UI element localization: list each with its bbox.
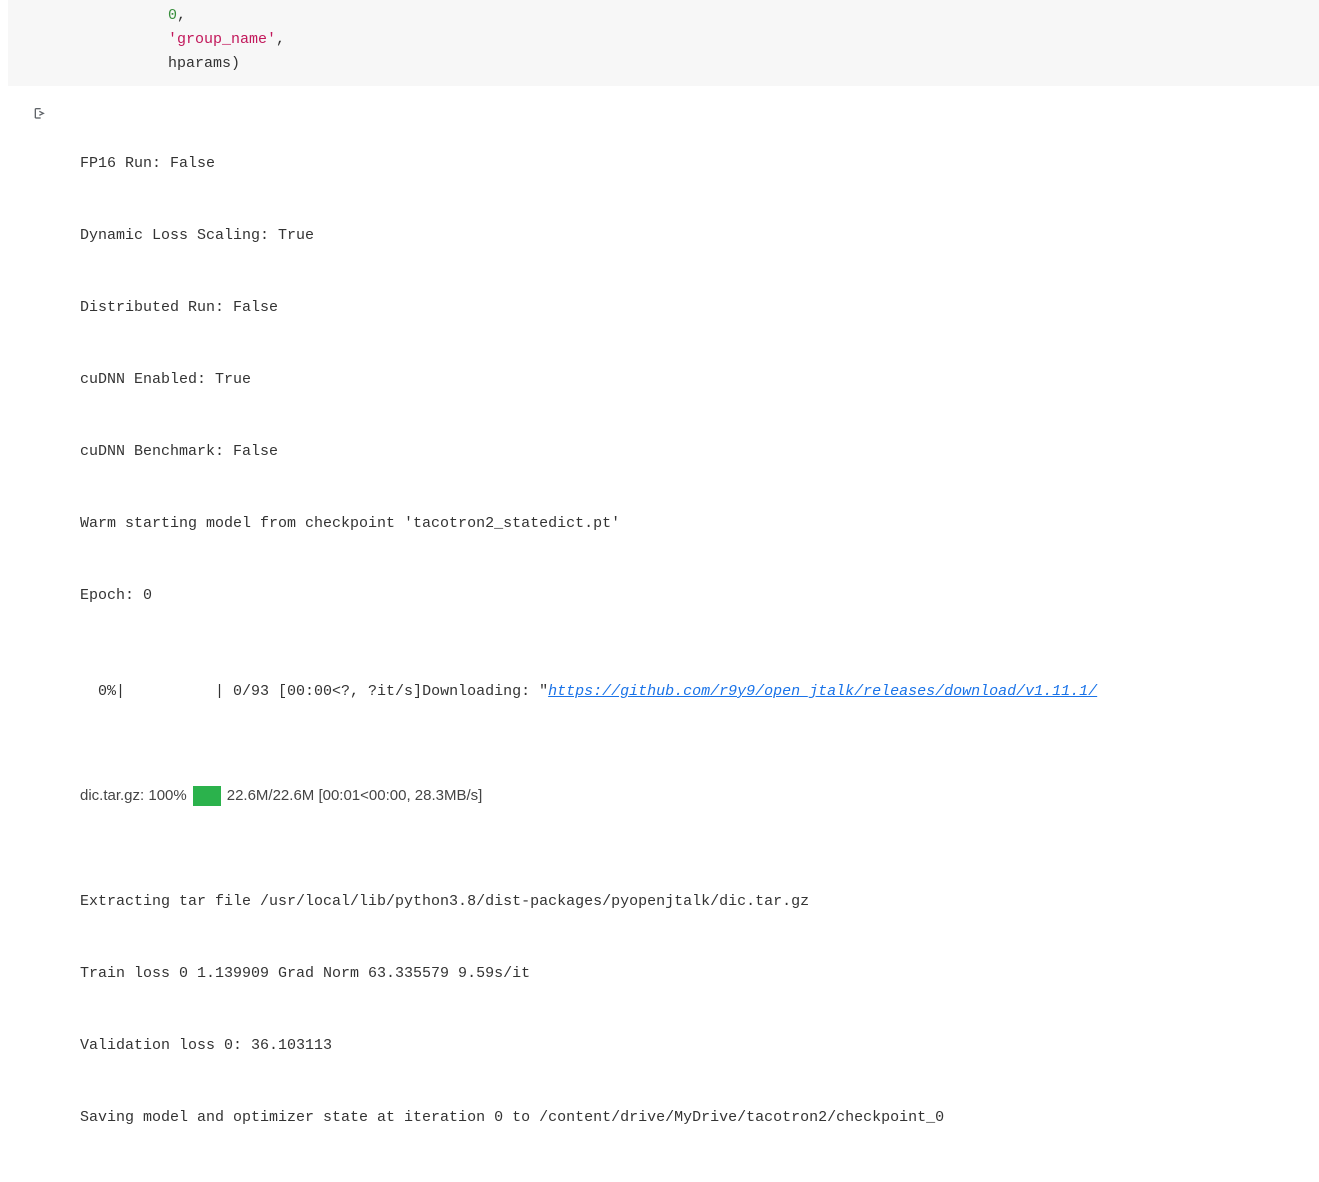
code-token-number: 0 [168, 7, 177, 24]
progress-line-initial: 0%| | 0/93 [00:00<?, ?it/s]Downloading: … [80, 680, 1319, 704]
output-line: Epoch: 0 [80, 584, 1319, 608]
output-line: Dynamic Loss Scaling: True [80, 224, 1319, 248]
output-line: Distributed Run: False [80, 296, 1319, 320]
code-token-plain: hparams) [168, 55, 240, 72]
progress-percent: 0% [80, 680, 116, 704]
download-progress-row: dic.tar.gz: 100% 22.6M/22.6M [00:01<00:0… [80, 784, 1319, 808]
code-cell: 0, 'group_name', hparams) [8, 0, 1319, 86]
code-token-string: 'group_name' [168, 31, 276, 48]
output-line: FP16 Run: False [80, 152, 1319, 176]
code-line: 'group_name', [8, 28, 1319, 52]
download-bar [193, 786, 221, 806]
output-line: Extracting tar file /usr/local/lib/pytho… [80, 890, 1319, 914]
code-line: 0, [8, 4, 1319, 28]
output-arrow-icon[interactable] [32, 106, 48, 122]
code-token-punct: , [177, 7, 186, 24]
download-bar-fill [193, 786, 221, 806]
code-line: hparams) [8, 52, 1319, 76]
output-line: cuDNN Enabled: True [80, 368, 1319, 392]
progress-stats: 0/93 [00:00<?, ?it/s] [233, 683, 422, 700]
download-stats: 22.6M/22.6M [00:01<00:00, 28.3MB/s] [227, 784, 483, 808]
download-prefix: Downloading: " [422, 683, 548, 700]
output-line: Saving model and optimizer state at iter… [80, 1106, 1319, 1130]
output-section: FP16 Run: False Dynamic Loss Scaling: Tr… [32, 104, 1319, 1182]
output-line: Train loss 0 1.139909 Grad Norm 63.33557… [80, 962, 1319, 986]
output-body: FP16 Run: False Dynamic Loss Scaling: Tr… [80, 104, 1319, 1182]
output-line: Warm starting model from checkpoint 'tac… [80, 512, 1319, 536]
output-line: Validation loss 0: 36.103113 [80, 1034, 1319, 1058]
download-url-link[interactable]: https://github.com/r9y9/open_jtalk/relea… [548, 683, 1097, 700]
output-line: cuDNN Benchmark: False [80, 440, 1319, 464]
download-label: dic.tar.gz: 100% [80, 784, 187, 808]
progress-bar-empty: | | [116, 683, 233, 700]
output-gutter [32, 104, 80, 1182]
code-token-punct: , [276, 31, 285, 48]
